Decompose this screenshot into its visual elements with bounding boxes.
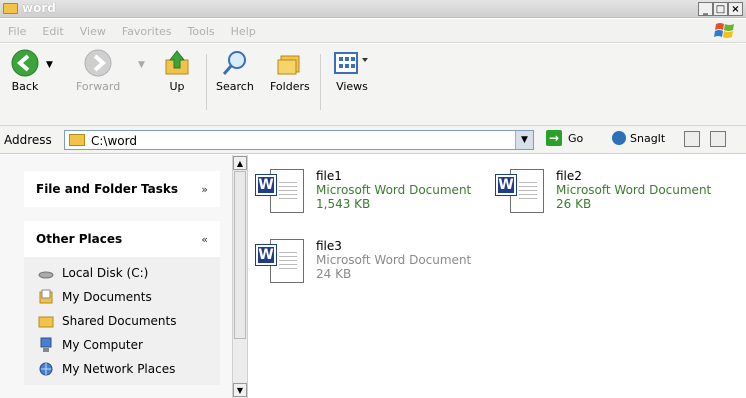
place-label: My Network Places <box>62 362 176 376</box>
snagit-label: SnagIt <box>630 131 666 145</box>
window-title: word <box>22 1 56 15</box>
place-my-documents[interactable]: My Documents <box>24 285 220 309</box>
scroll-down-button[interactable]: ▼ <box>233 383 247 397</box>
folder-icon <box>3 3 18 14</box>
my-documents-icon <box>39 289 53 304</box>
word-document-icon: W <box>255 169 310 219</box>
views-label: Views <box>336 80 368 93</box>
file-type: Microsoft Word Document <box>316 253 472 267</box>
toolbar: Back ▼ Forward ▼ Up Search Folders Views <box>0 44 746 126</box>
address-label: Address <box>4 133 52 147</box>
file-item[interactable]: W file3 Microsoft Word Document 24 KB <box>255 239 472 289</box>
place-shared-documents[interactable]: Shared Documents <box>24 309 220 333</box>
back-label: Back <box>11 80 39 93</box>
file-size: 26 KB <box>556 197 592 211</box>
scroll-up-button[interactable]: ▲ <box>233 156 247 170</box>
search-button[interactable]: Search <box>216 48 254 93</box>
capture-window-icon[interactable] <box>684 131 700 147</box>
minimize-button[interactable]: _ <box>698 2 713 16</box>
menu-bar: File Edit View Favorites Tools Help <box>0 19 746 43</box>
menu-tools[interactable]: Tools <box>188 25 215 38</box>
folder-icon <box>69 134 85 146</box>
address-dropdown-button[interactable]: ▼ <box>515 131 533 149</box>
other-places-list: Local Disk (C:) My Documents Shared Docu… <box>24 257 220 385</box>
views-icon <box>334 52 368 74</box>
file-name: file2 <box>556 169 582 183</box>
file-name: file3 <box>316 239 342 253</box>
menu-file[interactable]: File <box>8 25 26 38</box>
file-item[interactable]: W file1 Microsoft Word Document 1,543 KB <box>255 169 472 219</box>
file-size: 1,543 KB <box>316 197 371 211</box>
word-document-icon: W <box>255 239 310 289</box>
other-places-header[interactable]: Other Places « <box>24 221 220 257</box>
go-label: Go <box>568 131 584 145</box>
forward-arrow-icon <box>84 49 112 77</box>
back-arrow-icon <box>11 49 39 77</box>
place-label: My Computer <box>62 338 143 352</box>
up-label: Up <box>169 80 185 93</box>
file-type: Microsoft Word Document <box>556 183 712 197</box>
window-controls: _ □ × <box>698 2 743 16</box>
views-button[interactable]: Views <box>332 48 372 93</box>
my-computer-icon <box>40 337 52 352</box>
folders-button[interactable]: Folders <box>270 48 310 93</box>
snagit-button[interactable]: SnagIt <box>612 131 665 145</box>
word-document-icon: W <box>495 169 550 219</box>
task-pane-scrollbar[interactable]: ▲ ▼ <box>232 155 248 398</box>
place-my-computer[interactable]: My Computer <box>24 333 220 357</box>
file-list: W file1 Microsoft Word Document 1,543 KB… <box>248 155 746 398</box>
go-button[interactable]: → Go <box>546 130 583 146</box>
menu-edit[interactable]: Edit <box>42 25 63 38</box>
address-input[interactable]: C:\word ▼ <box>64 130 534 150</box>
address-value: C:\word <box>91 134 137 148</box>
file-folder-tasks-title: File and Folder Tasks <box>36 182 179 196</box>
close-button[interactable]: × <box>728 2 743 16</box>
place-my-network-places[interactable]: My Network Places <box>24 357 220 381</box>
toolbar-separator <box>320 54 321 110</box>
forward-dropdown[interactable]: ▼ <box>138 60 145 70</box>
back-dropdown[interactable]: ▼ <box>46 60 53 70</box>
file-type: Microsoft Word Document <box>316 183 472 197</box>
shared-documents-icon <box>38 316 54 328</box>
snagit-icon <box>612 131 626 145</box>
forward-button[interactable]: Forward <box>76 48 120 93</box>
up-button[interactable]: Up <box>162 48 192 93</box>
file-folder-tasks-header[interactable]: File and Folder Tasks » <box>24 171 220 207</box>
scroll-thumb[interactable] <box>234 171 246 339</box>
folders-icon <box>277 55 300 75</box>
network-places-icon <box>39 362 53 376</box>
toolbar-separator <box>206 54 207 110</box>
search-icon <box>222 51 246 75</box>
menu-help[interactable]: Help <box>231 25 256 38</box>
windows-logo-icon <box>714 23 734 38</box>
chevron-up-icon[interactable]: « <box>201 233 208 246</box>
go-arrow-icon: → <box>546 130 562 146</box>
up-folder-icon <box>165 50 189 75</box>
place-label: My Documents <box>62 290 152 304</box>
address-bar: Address C:\word ▼ → Go SnagIt <box>0 126 746 154</box>
search-label: Search <box>216 80 254 93</box>
back-button[interactable]: Back <box>10 48 40 93</box>
place-label: Shared Documents <box>62 314 177 328</box>
other-places-title: Other Places <box>36 232 123 246</box>
menu-view[interactable]: View <box>80 25 106 38</box>
title-bar[interactable]: word _ □ × <box>0 0 746 18</box>
capture-region-icon[interactable] <box>710 131 726 147</box>
chevron-down-icon[interactable]: » <box>201 183 208 196</box>
forward-label: Forward <box>76 80 121 93</box>
task-pane: File and Folder Tasks » Other Places « L… <box>0 155 232 398</box>
file-name: file1 <box>316 169 342 183</box>
file-item[interactable]: W file2 Microsoft Word Document 26 KB <box>495 169 712 219</box>
explorer-window: word _ □ × File Edit View Favorites Tool… <box>0 0 746 398</box>
file-size: 24 KB <box>316 267 352 281</box>
folders-label: Folders <box>270 80 310 93</box>
menu-favorites[interactable]: Favorites <box>122 25 172 38</box>
local-disk-icon <box>38 271 54 279</box>
place-label: Local Disk (C:) <box>62 266 149 280</box>
place-local-disk[interactable]: Local Disk (C:) <box>24 261 220 285</box>
maximize-button[interactable]: □ <box>713 2 728 16</box>
